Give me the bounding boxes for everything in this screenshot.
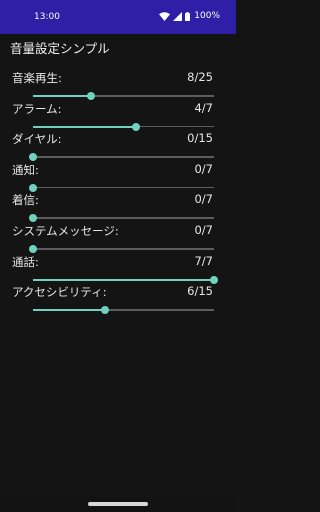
- slider-thumb[interactable]: [29, 153, 37, 162]
- slider-track[interactable]: [33, 186, 214, 189]
- status-time: 13:00: [34, 12, 60, 22]
- slider-track[interactable]: [33, 156, 214, 158]
- volume-value: 0/7: [194, 223, 213, 237]
- volume-row: ダイヤル: 0/15: [0, 131, 236, 162]
- signal-icon: [173, 11, 183, 21]
- volume-value: 0/7: [194, 192, 213, 207]
- volume-label: ダイヤル:: [12, 132, 62, 147]
- home-gesture-pill[interactable]: [88, 502, 148, 506]
- volume-row: 通知: 0/7: [0, 162, 236, 192]
- slider-thumb[interactable]: [210, 275, 218, 284]
- volume-value: 7/7: [194, 253, 213, 268]
- volume-slider[interactable]: [33, 122, 214, 132]
- slider-fill: [33, 278, 214, 281]
- volume-value: 0/7: [194, 161, 213, 176]
- volume-label: システムメッセージ:: [12, 224, 119, 238]
- volume-value: 6/15: [187, 284, 213, 299]
- volume-row: 着信: 0/7: [0, 192, 236, 223]
- volume-row: 通話: 7/7: [0, 254, 236, 284]
- volume-value: 8/25: [187, 70, 213, 84]
- slider-thumb[interactable]: [29, 183, 37, 192]
- volume-slider[interactable]: [33, 275, 218, 285]
- status-bar: 13:00 100%: [0, 0, 236, 34]
- volume-row: アクセシビリティ: 6/15: [0, 284, 236, 315]
- slider-fill: [33, 309, 106, 312]
- battery-percent: 100%: [194, 11, 220, 21]
- slider-thumb[interactable]: [29, 214, 37, 223]
- volume-slider[interactable]: [29, 183, 214, 193]
- slider-thumb[interactable]: [86, 92, 95, 100]
- volume-label: 通話:: [12, 254, 39, 269]
- app-title: 音量設定シンプル: [10, 41, 110, 56]
- slider-track[interactable]: [33, 248, 214, 250]
- slider-track[interactable]: [33, 217, 214, 219]
- volume-row: システムメッセージ: 0/7: [0, 223, 236, 253]
- volume-slider[interactable]: [29, 213, 214, 223]
- status-icons: 100%: [159, 11, 220, 21]
- volume-row: 音楽再生: 8/25: [0, 70, 236, 100]
- volume-row: アラーム: 4/7: [0, 101, 236, 131]
- volume-label: 着信:: [12, 193, 39, 208]
- volume-label: アクセシビリティ:: [12, 285, 107, 300]
- slider-thumb[interactable]: [132, 122, 141, 131]
- volume-label: 通知:: [12, 162, 39, 177]
- volume-slider[interactable]: [33, 305, 214, 315]
- volume-slider[interactable]: [29, 152, 214, 162]
- slider-thumb[interactable]: [29, 245, 37, 253]
- volume-label: 音楽再生:: [12, 71, 62, 85]
- volume-slider[interactable]: [29, 244, 214, 254]
- slider-thumb[interactable]: [101, 306, 110, 315]
- battery-icon: [185, 11, 191, 21]
- slider-fill: [33, 125, 137, 128]
- volume-label: アラーム:: [12, 101, 62, 116]
- wifi-icon: [159, 11, 171, 21]
- volume-value: 4/7: [194, 100, 213, 115]
- slider-fill: [33, 95, 91, 97]
- volume-value: 0/15: [187, 131, 213, 146]
- volume-slider[interactable]: [33, 91, 214, 101]
